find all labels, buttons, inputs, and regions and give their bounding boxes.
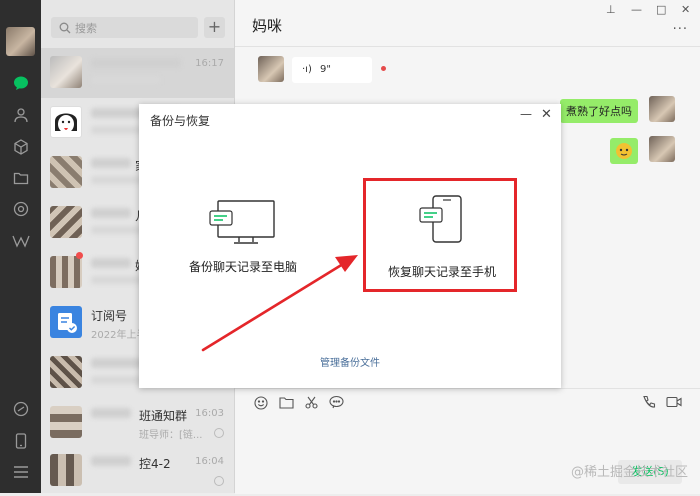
backup-to-pc-label: 备份聊天记录至电脑	[188, 260, 297, 274]
phone-icon[interactable]	[10, 430, 31, 451]
list-item-name: 控4-2	[139, 457, 171, 471]
sticker-icon	[616, 143, 632, 159]
list-item-subtitle: 班导师：[链...	[139, 430, 203, 441]
dialog-minimize-button[interactable]: —	[520, 107, 532, 121]
watermark: @稀土掘金技术社区	[570, 465, 688, 480]
voice-message[interactable]: ·ı) 9"	[292, 57, 372, 83]
moments-icon[interactable]	[10, 198, 31, 219]
unread-badge	[76, 252, 83, 259]
minimize-button[interactable]: —	[631, 3, 642, 16]
more-options-button[interactable]: ···	[673, 22, 688, 37]
folder-icon[interactable]	[279, 396, 294, 412]
emoji-icon[interactable]	[254, 396, 268, 413]
search-input[interactable]: 搜索	[51, 17, 198, 38]
list-item-time: 16:17	[195, 58, 224, 69]
screenshot-icon[interactable]	[304, 395, 319, 413]
nav-sidebar	[0, 0, 41, 493]
unread-voice-dot	[381, 66, 386, 71]
user-avatar[interactable]	[6, 27, 35, 56]
video-channel-icon[interactable]	[10, 398, 31, 419]
computer-icon	[209, 200, 275, 244]
subscription-icon	[50, 306, 82, 338]
list-item-time: 16:04	[195, 456, 224, 467]
voice-duration: 9"	[320, 64, 331, 75]
manage-backup-files-link[interactable]: 管理备份文件	[139, 354, 561, 369]
contact-avatar[interactable]	[258, 56, 284, 82]
folder-icon[interactable]	[10, 167, 31, 188]
list-item-name: 班通知群	[139, 409, 188, 423]
search-icon	[59, 22, 71, 33]
message-bubble[interactable]: 煮熟了好点吗	[560, 99, 638, 123]
list-item[interactable]: 控4-2 16:04	[41, 446, 234, 496]
add-button[interactable]: +	[204, 17, 225, 38]
favorites-icon[interactable]	[10, 136, 31, 157]
mute-icon	[214, 476, 224, 486]
chat-icon[interactable]	[10, 72, 31, 93]
self-avatar[interactable]	[649, 96, 675, 122]
video-call-icon[interactable]	[666, 396, 682, 411]
list-item-name: 订阅号	[91, 309, 128, 323]
chat-history-icon[interactable]	[329, 395, 344, 412]
maximize-button[interactable]: □	[656, 3, 666, 16]
contacts-icon[interactable]	[10, 104, 31, 125]
header-divider	[235, 46, 700, 47]
backup-to-pc-option[interactable]: 备份聊天记录至电脑	[160, 199, 326, 275]
voice-call-icon[interactable]	[642, 395, 656, 412]
annotation-highlight-box	[363, 178, 517, 292]
search-placeholder: 搜索	[75, 21, 97, 35]
self-avatar[interactable]	[649, 136, 675, 162]
voice-icon: ·ı)	[302, 64, 312, 75]
close-button[interactable]: ✕	[681, 3, 690, 16]
pin-icon[interactable]: ⊥	[606, 3, 616, 16]
dialog-title: 备份与恢复	[150, 114, 211, 128]
menu-icon[interactable]	[10, 461, 31, 482]
list-item-time: 16:03	[195, 408, 224, 419]
list-item[interactable]: 16:17	[41, 48, 234, 98]
sticker-message[interactable]	[610, 138, 638, 164]
chat-title: 妈咪	[252, 17, 283, 35]
dialog-close-button[interactable]: ✕	[541, 107, 552, 122]
mute-icon	[214, 428, 224, 438]
mini-programs-icon[interactable]	[10, 230, 31, 251]
list-item[interactable]: 班通知群 班导师：[链... 16:03	[41, 398, 234, 448]
